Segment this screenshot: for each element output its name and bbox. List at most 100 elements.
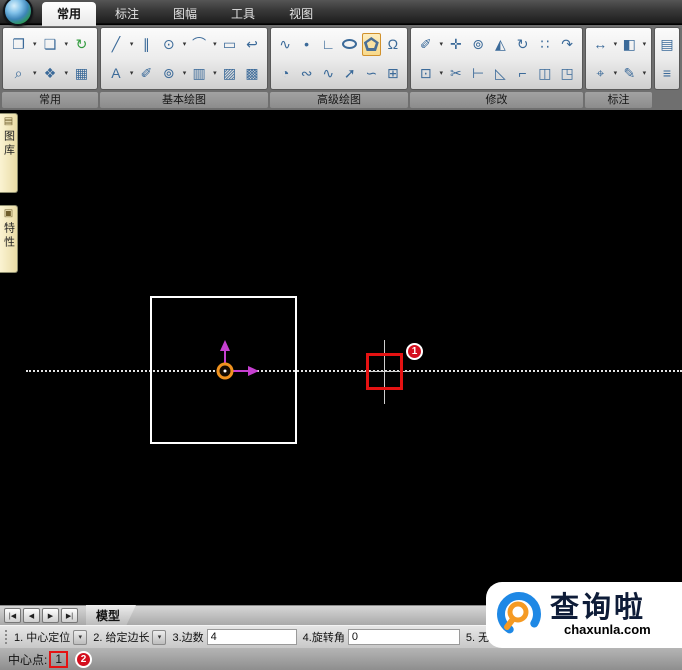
ribbon-panel: ╱▾∥⊙▾⌒▾▭↩A▾✐⊚▾▥▾▨▩ — [100, 27, 268, 90]
doc-button[interactable]: ▤ — [658, 33, 677, 56]
dropdown-arrow-icon[interactable]: ▾ — [614, 69, 618, 77]
ellipse-button[interactable] — [340, 33, 359, 56]
dropdown-arrow-icon[interactable]: ▾ — [213, 69, 217, 77]
dropdown-arrow-icon[interactable]: ▾ — [643, 40, 647, 48]
wave-button[interactable]: ∾ — [297, 62, 316, 85]
dropdown-arrow-icon[interactable]: ▾ — [33, 69, 37, 77]
dropdown-arrow-icon[interactable]: ▾ — [440, 69, 444, 77]
paste-button[interactable]: ❐ — [9, 33, 28, 56]
dim-edit-button[interactable]: ✎ — [620, 62, 639, 85]
pan-icon: ❖ — [44, 66, 57, 80]
fill-button[interactable]: ▩ — [242, 62, 261, 85]
tab-home[interactable]: 常用 — [42, 2, 96, 26]
dropdown-arrow-icon[interactable]: ▾ — [130, 69, 134, 77]
corner-button[interactable]: ◳ — [558, 62, 577, 85]
tab-sheet[interactable]: 图幅 — [158, 2, 212, 26]
app-logo-icon[interactable] — [3, 0, 33, 26]
dropdown-arrow-icon[interactable]: ▾ — [64, 69, 68, 77]
sidebar-tab-properties[interactable]: ▣ 特性 — [0, 205, 18, 273]
sketch-button[interactable]: ✐ — [137, 62, 156, 85]
tab-model[interactable]: 模型 — [86, 605, 136, 626]
text-button[interactable]: A — [106, 62, 125, 85]
copy-button[interactable]: ❏ — [40, 33, 59, 56]
ribbon-group: ↔▾◧▾⌖▾✎▾标注 — [585, 27, 652, 108]
tab-view[interactable]: 视图 — [274, 2, 328, 26]
erase-button[interactable]: ✐ — [416, 33, 435, 56]
dropdown-arrow-icon[interactable]: ▾ — [183, 40, 187, 48]
positioning-mode-dropdown[interactable]: ▾ — [73, 630, 87, 645]
arc-button[interactable]: ⌒ — [190, 33, 209, 56]
scribble-button[interactable]: ∽ — [362, 62, 381, 85]
dropdown-arrow-icon[interactable]: ▾ — [130, 40, 134, 48]
dropdown-arrow-icon[interactable]: ▾ — [64, 40, 68, 48]
tab-dimension[interactable]: 标注 — [100, 2, 154, 26]
tag-button[interactable]: ◧ — [620, 33, 639, 56]
pie-button[interactable]: ◔ — [276, 62, 295, 85]
stretch-button[interactable]: ↷ — [558, 33, 577, 56]
dim-button[interactable]: ↔ — [591, 33, 610, 56]
extend-button[interactable]: ⊢ — [469, 62, 488, 85]
dropdown-arrow-icon[interactable]: ▾ — [440, 40, 444, 48]
arrow-button[interactable]: ➚ — [340, 62, 359, 85]
ribbon-row: ↔▾◧▾ — [588, 30, 649, 58]
box3d-icon: ⊞ — [387, 66, 399, 80]
display-button[interactable]: ▦ — [72, 62, 91, 85]
formula-button[interactable]: ∿ — [319, 62, 338, 85]
point-button[interactable]: • — [297, 33, 316, 56]
wheel-button[interactable]: ⊚ — [159, 62, 178, 85]
rotate-button[interactable]: ↻ — [513, 33, 532, 56]
line-button[interactable]: ╱ — [106, 33, 125, 56]
polyline2-button[interactable]: ∟ — [319, 33, 338, 56]
parallel-button[interactable]: ∥ — [137, 33, 156, 56]
coord-dim-button[interactable]: ⌖ — [591, 62, 610, 85]
polyline-button[interactable]: ↩ — [242, 33, 261, 56]
array-button[interactable]: ∷ — [535, 33, 554, 56]
construction-dotted-line — [26, 370, 682, 372]
menu-button[interactable]: ≡ — [658, 62, 677, 85]
rotate3d-button[interactable]: ◫ — [535, 62, 554, 85]
ellipse-icon — [342, 39, 357, 49]
hatch-button[interactable]: ▨ — [220, 62, 239, 85]
mirror-button[interactable]: ◭ — [491, 33, 510, 56]
tab-tools[interactable]: 工具 — [216, 2, 270, 26]
zoom-button[interactable]: ⌕ — [9, 62, 28, 85]
rectangle-button[interactable]: ▭ — [220, 33, 239, 56]
copy2-button[interactable]: ⊚ — [469, 33, 488, 56]
ribbon-group-label: 标注 — [585, 92, 652, 108]
command-input-value[interactable]: 1 — [49, 651, 68, 668]
next-sheet-button[interactable]: ▶ — [42, 608, 59, 623]
ribbon-group-label: 基本绘图 — [100, 92, 268, 108]
trim-button[interactable]: ✂ — [446, 62, 465, 85]
polygon-button[interactable] — [362, 33, 381, 56]
drawing-canvas[interactable]: 1 ▤ 图库 ▣ 特性 — [0, 110, 682, 605]
sides-count-input[interactable] — [207, 629, 297, 645]
pan-button[interactable]: ❖ — [40, 62, 59, 85]
dropdown-arrow-icon[interactable]: ▾ — [614, 40, 618, 48]
dropdown-arrow-icon[interactable]: ▾ — [183, 69, 187, 77]
prev-sheet-button[interactable]: ◀ — [23, 608, 40, 623]
formula-icon: ∿ — [322, 66, 334, 80]
circle-button[interactable]: ⊙ — [159, 33, 178, 56]
ribbon-row: ✐ ▾✛⊚◭↻∷↷ — [413, 30, 580, 58]
dropdown-arrow-icon[interactable]: ▾ — [643, 69, 647, 77]
spline-button[interactable]: ∿ — [276, 33, 295, 56]
fillet-button[interactable]: ⌐ — [513, 62, 532, 85]
toolbar-grip-handle[interactable] — [5, 630, 8, 644]
move-button[interactable]: ✛ — [446, 33, 465, 56]
first-sheet-button[interactable]: |◀ — [4, 608, 21, 623]
size-mode-dropdown[interactable]: ▾ — [152, 630, 166, 645]
last-sheet-button[interactable]: ▶| — [61, 608, 78, 623]
chamfer-button[interactable]: ◺ — [491, 62, 510, 85]
line-icon: ╱ — [112, 37, 120, 51]
text-frame-button[interactable]: ▥ — [190, 62, 209, 85]
scale-button[interactable]: ⊡ — [416, 62, 435, 85]
dropdown-arrow-icon[interactable]: ▾ — [33, 40, 37, 48]
dropdown-arrow-icon[interactable]: ▾ — [213, 40, 217, 48]
trim-icon: ✂ — [450, 66, 462, 80]
regen-button[interactable]: ↻ — [72, 33, 91, 56]
profile-button[interactable]: Ω — [383, 33, 402, 56]
rotation-angle-input[interactable] — [348, 629, 460, 645]
sidebar-tab-library[interactable]: ▤ 图库 — [0, 113, 18, 193]
arc-icon: ⌒ — [192, 37, 206, 51]
box3d-button[interactable]: ⊞ — [383, 62, 402, 85]
